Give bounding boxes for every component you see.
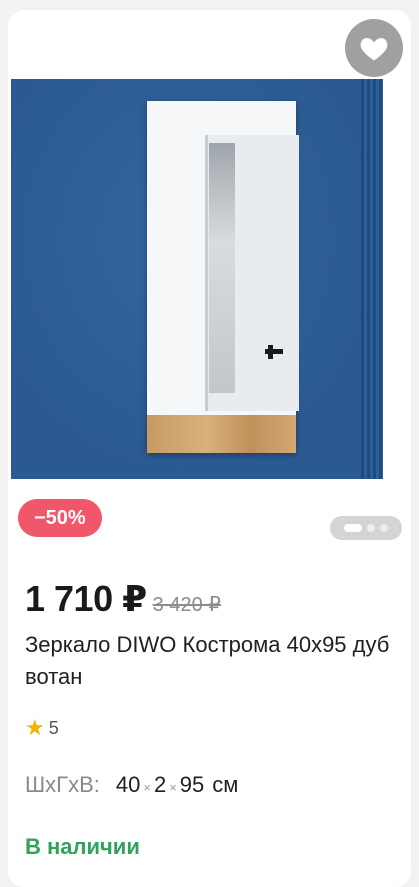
wall-panels — [361, 79, 383, 479]
old-price: 3 420 ₽ — [152, 594, 221, 616]
rating[interactable]: ★ 5 — [25, 717, 59, 739]
dimension-height: 95 — [179, 772, 205, 797]
product-image[interactable] — [11, 79, 383, 479]
dimension-unit: см — [212, 772, 239, 797]
oak-strip — [147, 415, 296, 453]
pagination-dot[interactable] — [367, 524, 375, 532]
rating-value: 5 — [48, 717, 59, 738]
pagination-dot[interactable] — [380, 524, 388, 532]
dimension-separator: × — [143, 780, 151, 795]
price-row: 1 710 ₽ 3 420 ₽ — [25, 578, 221, 620]
star-icon: ★ — [25, 715, 45, 740]
current-price: 1 710 ₽ — [25, 578, 147, 619]
discount-badge: −50% — [18, 499, 102, 537]
product-card[interactable]: −50% 1 710 ₽ 3 420 ₽ Зеркало DIWO Костро… — [8, 10, 411, 887]
dimension-width: 40 — [115, 772, 141, 797]
mirror-picture — [147, 101, 299, 453]
stock-status: В наличии — [25, 834, 140, 859]
pagination-dot-active[interactable] — [344, 524, 362, 532]
dimensions: ШхГхВ: 40 × 2 × 95 см — [25, 772, 238, 798]
heart-icon — [360, 38, 388, 61]
reflected-handle-plate — [268, 345, 273, 359]
dimension-depth: 2 — [153, 772, 167, 797]
image-pagination[interactable] — [330, 516, 402, 540]
favorite-button[interactable] — [345, 19, 403, 77]
reflected-doorway — [209, 143, 235, 393]
dimension-separator: × — [169, 780, 177, 795]
dimensions-label: ШхГхВ: — [25, 772, 100, 797]
product-title[interactable]: Зеркало DIWO Кострома 40х95 дуб вотан — [25, 629, 395, 693]
